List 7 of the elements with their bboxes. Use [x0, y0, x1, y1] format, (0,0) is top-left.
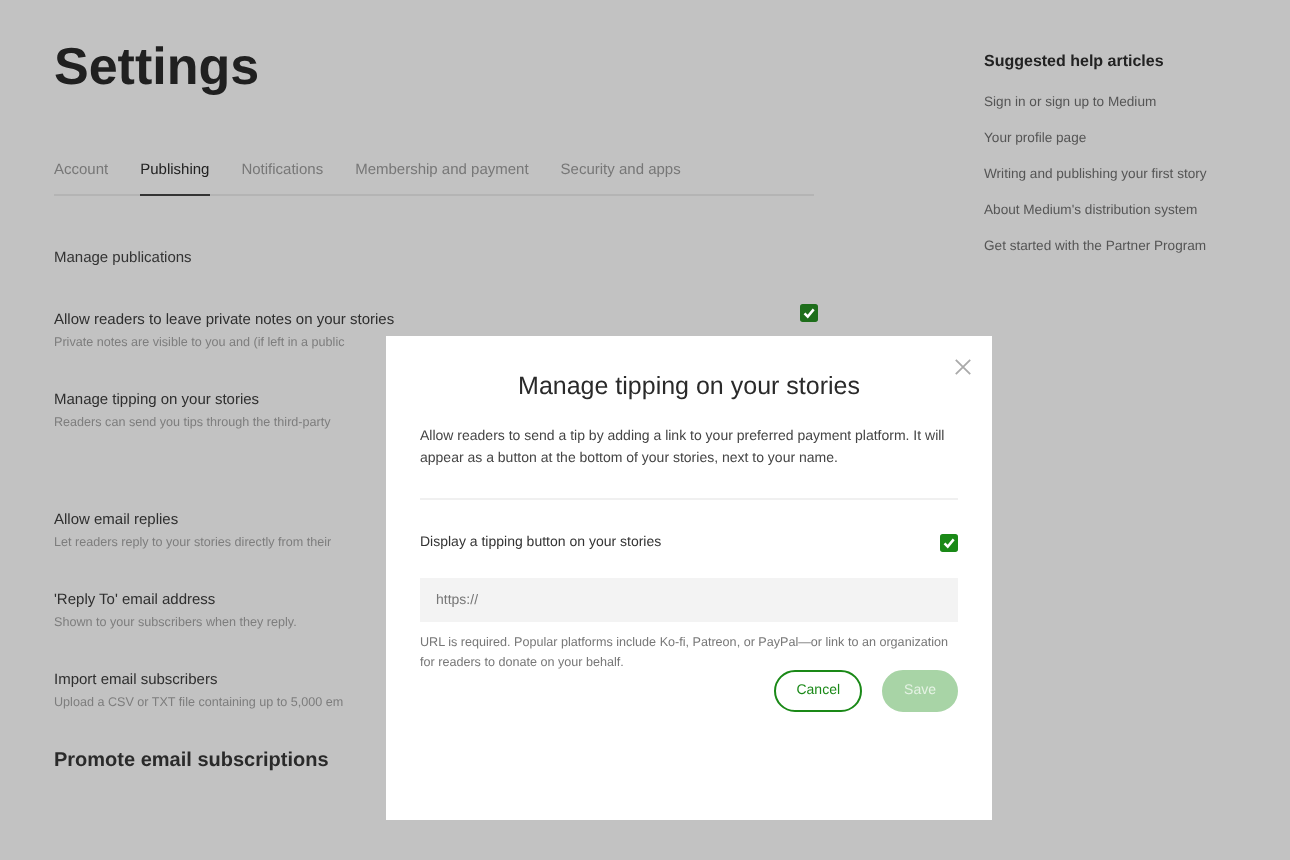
close-icon[interactable]: [954, 358, 972, 376]
dialog-title: Manage tipping on your stories: [516, 372, 862, 400]
page-title: Settings: [54, 36, 262, 98]
checkbox[interactable]: [800, 304, 818, 322]
checkbox[interactable]: [940, 534, 958, 552]
sidebar-heading: Suggested help articles: [984, 52, 1166, 70]
section-heading: Promote email subscriptions: [54, 750, 331, 772]
